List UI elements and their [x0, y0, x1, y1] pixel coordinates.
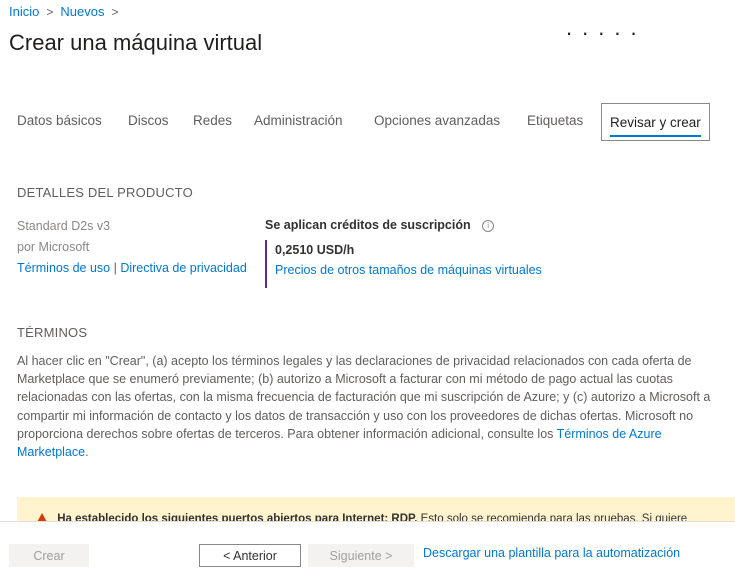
- product-publisher: por Microsoft: [17, 240, 90, 254]
- chevron-right-icon: >: [46, 4, 54, 19]
- tab-etiquetas[interactable]: Etiquetas: [527, 113, 583, 128]
- credits-row: Se aplican créditos de suscripción i: [265, 218, 495, 232]
- warning-icon: [36, 513, 48, 521]
- warning-banner: Ha establecido los siguientes puertos ab…: [17, 497, 735, 521]
- terms-body: Al hacer clic en "Crear", (a) acepto los…: [17, 352, 733, 461]
- ellipsis-icon[interactable]: .....: [566, 15, 647, 41]
- tab-revisar-y-crear-label: Revisar y crear: [610, 115, 701, 130]
- price-box: 0,2510 USD/h Precios de otros tamaños de…: [265, 240, 542, 288]
- create-button[interactable]: Crear: [9, 544, 89, 567]
- breadcrumb: Inicio > Nuevos >: [9, 4, 125, 19]
- warning-text: Esto solo se recomienda para las pruebas…: [420, 513, 688, 521]
- tab-discos[interactable]: Discos: [128, 113, 169, 128]
- tab-bar: Datos básicos Discos Redes Administració…: [0, 103, 735, 143]
- download-template-link[interactable]: Descargar una plantilla para la automati…: [423, 546, 680, 560]
- terms-of-use-link[interactable]: Términos de uso: [17, 261, 110, 275]
- tab-administracion[interactable]: Administración: [254, 113, 343, 128]
- tab-redes[interactable]: Redes: [193, 113, 232, 128]
- warning-bold-text: Ha establecido los siguientes puertos ab…: [57, 513, 418, 521]
- product-details-heading: DETALLES DEL PRODUCTO: [17, 185, 193, 200]
- active-tab-indicator: [610, 135, 701, 137]
- next-button[interactable]: Siguiente >: [308, 544, 414, 567]
- product-name: Standard D2s v3: [17, 219, 111, 233]
- tab-opciones-avanzadas[interactable]: Opciones avanzadas: [374, 113, 500, 128]
- page-title: Crear una máquina virtual: [9, 30, 263, 55]
- terms-end: .: [85, 445, 89, 460]
- tab-revisar-y-crear[interactable]: Revisar y crear: [601, 103, 710, 141]
- privacy-policy-link[interactable]: Directiva de privacidad: [120, 261, 246, 275]
- tab-datos-basicos[interactable]: Datos básicos: [17, 113, 102, 128]
- price-value: 0,2510 USD/h: [275, 243, 355, 257]
- credits-label: Se aplican créditos de suscripción: [265, 218, 471, 232]
- chevron-right-icon: >: [111, 4, 119, 19]
- footer-bar: Crear < Anterior Siguiente > Descargar u…: [0, 521, 735, 578]
- product-info: Standard D2s v3 por Microsoft Términos d…: [17, 216, 247, 279]
- pricing-link[interactable]: Precios de otros tamaños de máquinas vir…: [275, 263, 542, 277]
- terms-heading: TÉRMINOS: [17, 325, 88, 340]
- previous-button[interactable]: < Anterior: [199, 544, 301, 567]
- info-icon[interactable]: i: [482, 219, 495, 232]
- breadcrumb-nuevos[interactable]: Nuevos: [60, 4, 104, 19]
- breadcrumb-inicio[interactable]: Inicio: [9, 4, 39, 19]
- link-separator: |: [113, 261, 117, 275]
